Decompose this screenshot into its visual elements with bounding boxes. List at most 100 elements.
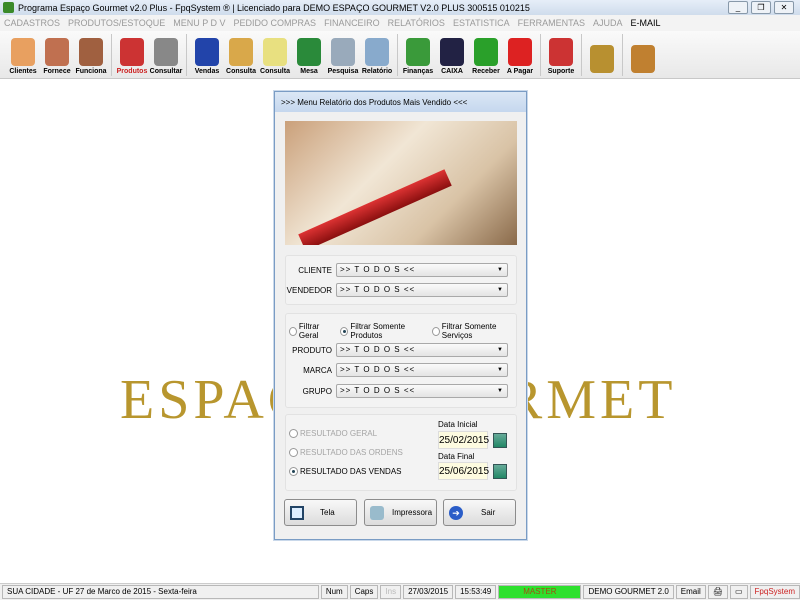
monitor-icon[interactable]: ▭ bbox=[729, 585, 748, 599]
filter-radio[interactable]: Filtrar Somente Produtos bbox=[340, 322, 425, 340]
window-icon bbox=[290, 505, 304, 520]
sair-button[interactable]: ➔ Sair bbox=[443, 499, 516, 526]
toolbar-separator bbox=[111, 34, 112, 76]
toolbar-button[interactable] bbox=[585, 32, 619, 78]
client-group: CLIENTE >> T O D O S << VENDEDOR >> T O D … bbox=[285, 255, 517, 305]
toolbar-label: Consultar bbox=[149, 68, 183, 75]
menu-item-email[interactable]: E-MAIL bbox=[630, 18, 660, 28]
pay-icon bbox=[508, 38, 532, 66]
status-user: MASTER bbox=[498, 585, 582, 599]
close-button[interactable]: ✕ bbox=[774, 1, 794, 14]
toolbar-button[interactable]: Funciona bbox=[74, 32, 108, 78]
menu-item[interactable]: PEDIDO COMPRAS bbox=[234, 18, 317, 28]
receipt-icon bbox=[263, 38, 287, 66]
vendedor-select[interactable]: >> T O D O S << bbox=[336, 283, 508, 297]
toolbar-button[interactable]: Relatório bbox=[360, 32, 394, 78]
barcode-icon bbox=[154, 38, 178, 66]
minimize-button[interactable]: _ bbox=[728, 1, 748, 14]
data-final-input[interactable]: 25/06/2015 bbox=[438, 462, 489, 480]
filter-radio[interactable]: Filtrar Geral bbox=[289, 322, 334, 340]
menu-item[interactable]: FINANCEIRO bbox=[324, 18, 380, 28]
grupo-label: GRUPO bbox=[302, 386, 332, 396]
menu-item[interactable]: MENU P D V bbox=[173, 18, 225, 28]
menu-item[interactable]: FERRAMENTAS bbox=[518, 18, 585, 28]
employee-icon bbox=[79, 38, 103, 66]
data-inicial-label: Data Inicial bbox=[438, 420, 478, 429]
toolbar-label: Suporte bbox=[547, 68, 575, 75]
cliente-label: CLIENTE bbox=[298, 265, 332, 275]
menu-item[interactable]: ESTATISTICA bbox=[453, 18, 510, 28]
filter-radio[interactable]: Filtrar Somente Serviços bbox=[431, 322, 516, 340]
toolbar-label: Relatório bbox=[361, 68, 393, 75]
toolbar-separator bbox=[622, 34, 623, 76]
calendar-icon[interactable] bbox=[493, 432, 507, 448]
toolbar-label: Mesa bbox=[300, 68, 318, 75]
window-title: Programa Espaço Gourmet v2.0 Plus - FpqS… bbox=[18, 2, 530, 13]
marca-label: MARCA bbox=[303, 365, 332, 375]
printer-icon[interactable]: 🖨 bbox=[707, 585, 728, 599]
data-final-label: Data Final bbox=[438, 452, 475, 461]
toolbar-button[interactable] bbox=[626, 32, 660, 78]
toolbar-separator bbox=[397, 34, 398, 76]
toolbar-button[interactable]: A Pagar bbox=[503, 32, 537, 78]
status-caps: Caps bbox=[349, 585, 379, 599]
cliente-select[interactable]: >> T O D O S << bbox=[336, 263, 508, 277]
menu-item[interactable]: CADASTROS bbox=[4, 18, 60, 28]
toolbar-label: Clientes bbox=[9, 68, 37, 75]
calendar-icon[interactable] bbox=[493, 463, 507, 479]
toolbar-label: CAIXA bbox=[441, 68, 463, 75]
search-doc-icon bbox=[331, 38, 355, 66]
status-brand: FpqSystem bbox=[749, 585, 800, 599]
toolbar-label: Finanças bbox=[402, 68, 434, 75]
data-inicial-input[interactable]: 25/02/2015 bbox=[438, 431, 489, 449]
result-vendas-radio[interactable]: RESULTADO DAS VENDAS bbox=[289, 467, 402, 476]
supplier-icon bbox=[45, 38, 69, 66]
grupo-select[interactable]: >> T O D O S << bbox=[336, 384, 508, 398]
report-dialog: >>> Menu Relatório dos Produtos Mais Ven… bbox=[274, 91, 527, 540]
table-icon bbox=[297, 38, 321, 66]
toolbar-button[interactable]: CAIXA bbox=[435, 32, 469, 78]
toolbar-button[interactable]: Clientes bbox=[6, 32, 40, 78]
toolbar-label: Consulta bbox=[260, 68, 290, 75]
toolbar-label: Vendas bbox=[194, 68, 220, 75]
dialog-title: >>> Menu Relatório dos Produtos Mais Ven… bbox=[275, 92, 526, 112]
toolbar-button[interactable]: Finanças bbox=[401, 32, 435, 78]
finance-icon bbox=[406, 38, 430, 66]
arrow-right-icon: ➔ bbox=[449, 505, 463, 520]
status-time: 15:53:49 bbox=[455, 585, 497, 599]
report-icon bbox=[365, 38, 389, 66]
menu-item[interactable]: PRODUTOS/ESTOQUE bbox=[68, 18, 165, 28]
exit-icon bbox=[631, 45, 655, 73]
toolbar: Clientes Fornece Funciona Produtos Consultar… bbox=[0, 31, 800, 79]
toolbar-button[interactable]: Consulta bbox=[224, 32, 258, 78]
toolbar-button[interactable]: Suporte bbox=[544, 32, 578, 78]
status-email[interactable]: Email bbox=[675, 585, 706, 599]
toolbar-button[interactable]: Receber bbox=[469, 32, 503, 78]
tela-button[interactable]: Tela bbox=[284, 499, 357, 526]
menu-item[interactable]: AJUDA bbox=[593, 18, 623, 28]
toolbar-button[interactable]: Consulta bbox=[258, 32, 292, 78]
toolbar-button[interactable]: Mesa bbox=[292, 32, 326, 78]
toolbar-label: Funciona bbox=[75, 68, 107, 75]
result-geral-radio[interactable]: RESULTADO GERAL bbox=[289, 429, 377, 438]
impressora-button[interactable]: Impressora bbox=[364, 499, 437, 526]
toolbar-button[interactable]: Produtos bbox=[115, 32, 149, 78]
printer-icon bbox=[370, 505, 384, 520]
produto-select[interactable]: >> T O D O S << bbox=[336, 343, 508, 357]
receive-icon bbox=[474, 38, 498, 66]
restore-button[interactable]: ❐ bbox=[751, 1, 771, 14]
marca-select[interactable]: >> T O D O S << bbox=[336, 363, 508, 377]
toolbar-button[interactable]: Pesquisa bbox=[326, 32, 360, 78]
toolbar-button[interactable]: Consultar bbox=[149, 32, 183, 78]
support-icon bbox=[549, 38, 573, 66]
vendedor-label: VENDEDOR bbox=[286, 285, 332, 295]
result-ordens-radio[interactable]: RESULTADO DAS ORDENS bbox=[289, 448, 403, 457]
status-location: SUA CIDADE - UF 27 de Marco de 2015 - Se… bbox=[2, 585, 319, 599]
result-group: RESULTADO GERAL RESULTADO DAS ORDENS RES… bbox=[285, 414, 517, 491]
status-date: 27/03/2015 bbox=[403, 585, 454, 599]
header-image bbox=[285, 121, 517, 245]
toolbar-button[interactable]: Fornece bbox=[40, 32, 74, 78]
status-company: DEMO GOURMET 2.0 bbox=[583, 585, 674, 599]
menu-item[interactable]: RELATÓRIOS bbox=[388, 18, 445, 28]
toolbar-button[interactable]: Vendas bbox=[190, 32, 224, 78]
